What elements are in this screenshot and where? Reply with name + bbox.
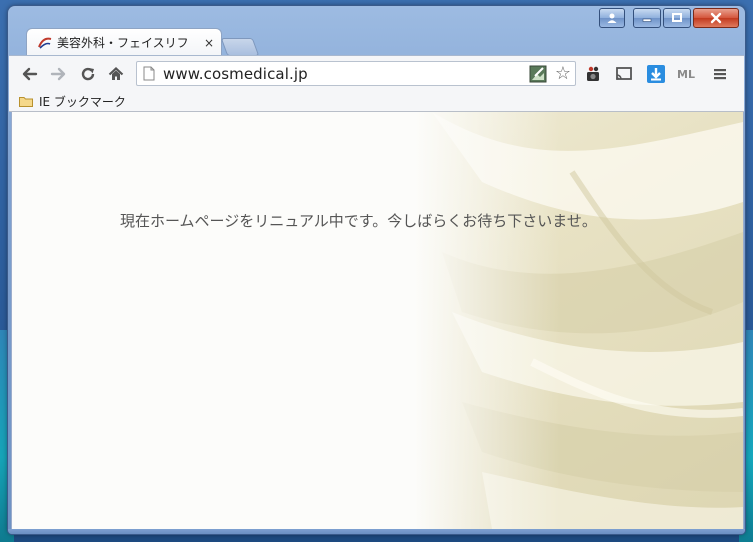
close-window-button[interactable] xyxy=(693,8,739,28)
toolbar: www.cosmedical.jp ☆ ML xyxy=(9,55,744,90)
profile-button[interactable] xyxy=(599,8,625,28)
minimize-button[interactable] xyxy=(633,8,661,28)
image-extension-icon[interactable] xyxy=(529,65,547,83)
tab-active[interactable]: 美容外科・フェイスリフ × xyxy=(26,28,222,56)
ml-extension-button[interactable]: ML xyxy=(675,63,697,85)
forward-arrow-icon xyxy=(50,67,66,81)
tab-close-button[interactable]: × xyxy=(203,36,215,50)
cast-icon xyxy=(616,67,632,80)
folder-icon xyxy=(19,97,33,107)
page-icon xyxy=(143,66,155,81)
home-button[interactable] xyxy=(105,63,127,85)
site-favicon-icon xyxy=(38,37,52,49)
person-icon xyxy=(607,13,617,23)
address-bar[interactable]: www.cosmedical.jp ☆ xyxy=(136,61,576,86)
hamburger-menu-icon xyxy=(714,69,726,80)
bookmark-folder-label: IE ブックマーク xyxy=(39,95,126,109)
page-content: 現在ホームページをリニュアル中です。今しばらくお待ち下さいませ。 xyxy=(11,112,744,529)
silk-background-image xyxy=(12,112,743,529)
caption-buttons xyxy=(599,8,739,28)
download-icon xyxy=(647,65,665,83)
cast-button[interactable] xyxy=(613,63,635,85)
maximize-button[interactable] xyxy=(663,8,691,28)
window-bottom-border xyxy=(8,529,745,534)
bookmarks-bar: IE ブックマーク xyxy=(9,90,744,112)
menu-button[interactable] xyxy=(709,63,731,85)
bookmark-folder-ie[interactable]: IE ブックマーク xyxy=(19,93,126,110)
url-text[interactable]: www.cosmedical.jp xyxy=(163,65,308,83)
reload-button[interactable] xyxy=(77,63,99,85)
bookmark-star-icon[interactable]: ☆ xyxy=(555,63,571,84)
renewal-notice-text: 現在ホームページをリニュアル中です。今しばらくお待ち下さいませ。 xyxy=(120,212,597,230)
new-tab-button[interactable] xyxy=(220,38,260,56)
back-arrow-icon xyxy=(22,67,38,81)
reload-icon xyxy=(81,67,95,81)
download-button[interactable] xyxy=(645,63,667,85)
tab-title: 美容外科・フェイスリフ xyxy=(57,36,189,50)
camera-icon xyxy=(587,66,599,81)
forward-button[interactable] xyxy=(47,63,69,85)
camera-extension-button[interactable] xyxy=(583,63,605,85)
maximize-icon xyxy=(672,13,682,22)
browser-window: 美容外科・フェイスリフ × www.cosmedical.jp ☆ ML IE … xyxy=(8,6,745,534)
back-button[interactable] xyxy=(19,63,41,85)
minimize-icon xyxy=(642,18,652,22)
home-icon xyxy=(108,67,124,80)
close-icon xyxy=(710,12,722,24)
